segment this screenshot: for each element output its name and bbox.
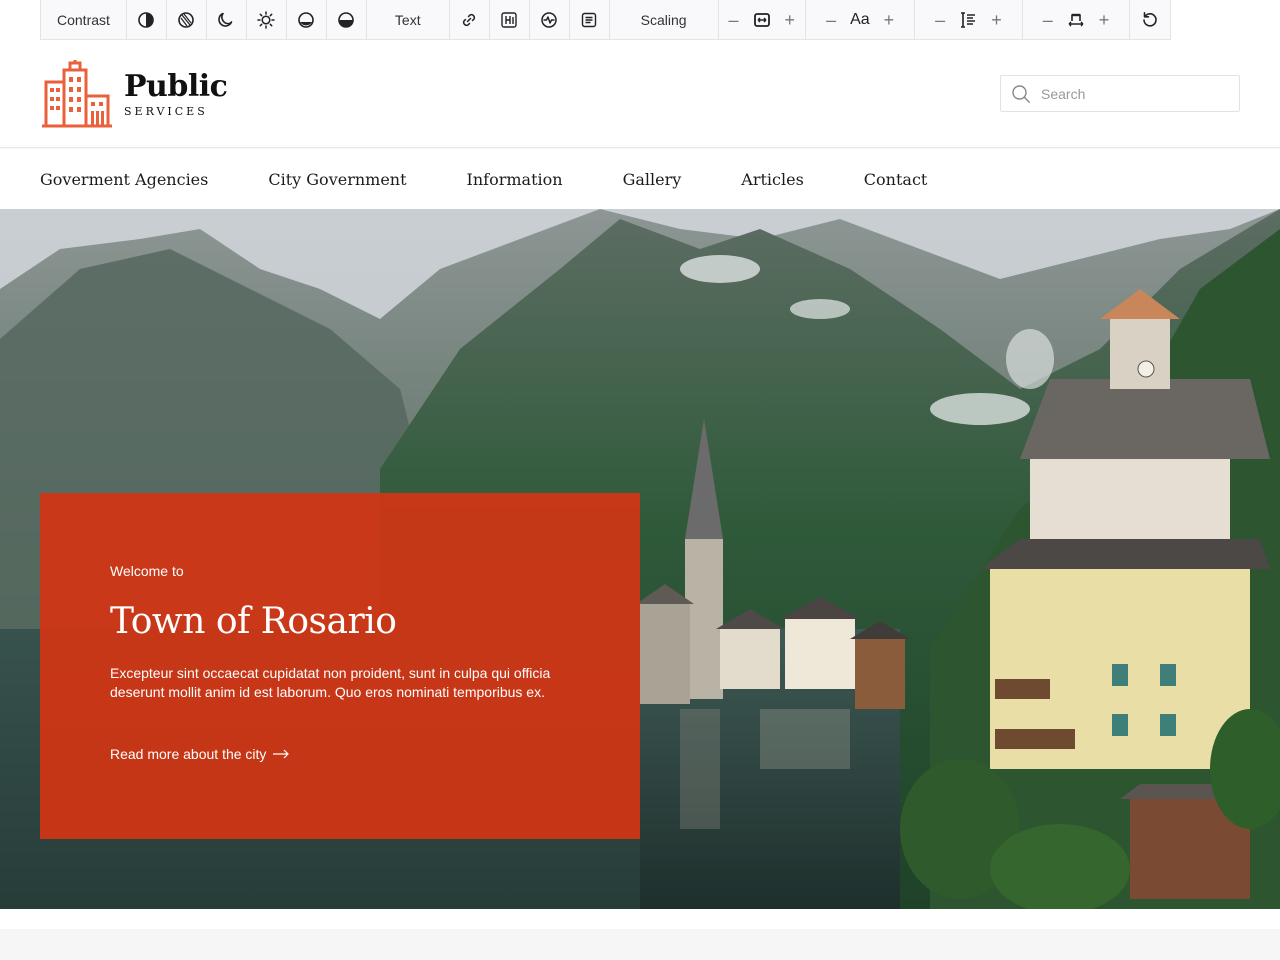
main-navigation: Goverment Agencies City Government Infor… [0, 149, 1280, 209]
hero-banner: Welcome to Town of Rosario Excepteur sin… [0, 209, 1280, 909]
letter-spacing-stepper: – + [1023, 0, 1131, 39]
line-height-stepper: – + [915, 0, 1023, 39]
highlight-links-icon[interactable] [450, 0, 490, 39]
nav-item-contact[interactable]: Contact [864, 170, 928, 189]
search-box[interactable] [1000, 75, 1240, 112]
next-section-background [0, 929, 1280, 960]
page-scale-icon [753, 11, 771, 29]
hero-welcome-card: Welcome to Town of Rosario Excepteur sin… [40, 493, 640, 839]
accessibility-toolbar: Contrast Text Scaling – + – Aa + – + – + [0, 0, 1280, 40]
low-saturation-icon[interactable] [287, 0, 327, 39]
high-saturation-icon[interactable] [327, 0, 367, 39]
logo-subtitle: SERVICES [124, 104, 208, 118]
font-size-sample: Aa [850, 10, 870, 28]
search-icon [1012, 84, 1030, 103]
read-more-link-label: Read more about the city [110, 746, 267, 762]
logo-title: Public [124, 68, 228, 104]
line-height-icon [959, 11, 977, 29]
nav-item-government-agencies[interactable]: Goverment Agencies [40, 170, 208, 189]
scaling-label: Scaling [610, 0, 719, 39]
hero-description: Excepteur sint occaecat cupidatat non pr… [110, 665, 551, 700]
font-size-decrease-button[interactable]: – [826, 11, 836, 29]
line-height-increase-button[interactable]: + [991, 11, 1002, 29]
page-scale-decrease-button[interactable]: – [729, 11, 739, 29]
contrast-striped-icon[interactable] [167, 0, 207, 39]
readable-text-icon[interactable] [570, 0, 610, 39]
letter-spacing-decrease-button[interactable]: – [1043, 11, 1053, 29]
letter-spacing-icon [1067, 11, 1085, 29]
highlight-headings-icon[interactable] [490, 0, 530, 39]
page-scale-increase-button[interactable]: + [785, 11, 796, 29]
font-size-stepper: – Aa + [806, 0, 916, 39]
search-input[interactable] [1041, 85, 1231, 102]
line-height-decrease-button[interactable]: – [935, 11, 945, 29]
logo-text: Public SERVICES [124, 68, 228, 118]
read-more-link[interactable]: Read more about the city [110, 746, 290, 762]
next-section-strip [0, 909, 1280, 960]
text-label: Text [367, 0, 450, 39]
font-size-increase-button[interactable]: + [884, 11, 895, 29]
site-header: Public SERVICES [0, 40, 1280, 148]
nav-item-information[interactable]: Information [467, 170, 563, 189]
hero-kicker: Welcome to [110, 563, 184, 579]
dark-mode-moon-icon[interactable] [207, 0, 247, 39]
contrast-half-icon[interactable] [127, 0, 167, 39]
site-logo[interactable]: Public SERVICES [40, 60, 228, 128]
city-buildings-logo-icon [42, 60, 112, 128]
stop-animations-icon[interactable] [530, 0, 570, 39]
accessibility-toolbar-inner: Contrast Text Scaling – + – Aa + – + – + [40, 0, 1172, 40]
reset-icon[interactable] [1130, 0, 1170, 39]
nav-item-gallery[interactable]: Gallery [623, 170, 682, 189]
hero-title: Town of Rosario [110, 601, 397, 642]
page-scale-stepper: – + [719, 0, 807, 39]
nav-item-articles[interactable]: Articles [741, 170, 804, 189]
letter-spacing-increase-button[interactable]: + [1099, 11, 1110, 29]
contrast-label: Contrast [41, 0, 127, 39]
light-mode-sun-icon[interactable] [247, 0, 287, 39]
nav-item-city-government[interactable]: City Government [268, 170, 406, 189]
arrow-right-icon [273, 749, 290, 759]
